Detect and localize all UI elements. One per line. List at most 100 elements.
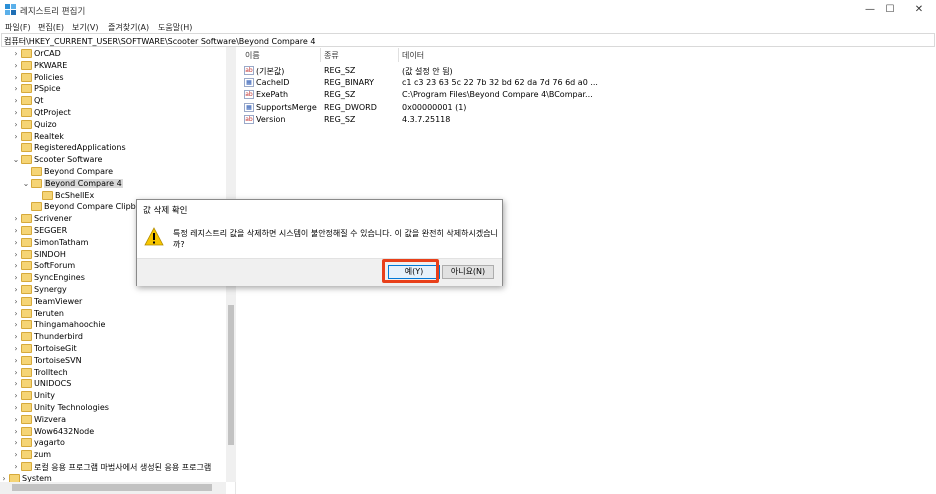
expand-chevron-icon[interactable]: › (12, 308, 20, 320)
expand-chevron-icon[interactable]: › (12, 331, 20, 343)
tree-item[interactable]: › PKWARE (0, 60, 226, 72)
expand-chevron-icon[interactable]: › (12, 284, 20, 296)
expand-chevron-icon[interactable]: › (12, 225, 20, 237)
column-header-data[interactable]: 데이터 (402, 50, 424, 61)
tree-item[interactable]: › TortoiseGit (0, 343, 226, 355)
expand-chevron-icon[interactable]: › (12, 402, 20, 414)
tree-item[interactable]: ⌄ Beyond Compare 4 (0, 178, 226, 190)
expand-chevron-icon[interactable]: › (12, 48, 20, 60)
tree-item[interactable]: › Quizo (0, 119, 226, 131)
expand-chevron-icon[interactable]: › (12, 355, 20, 367)
expand-chevron-icon[interactable]: › (12, 414, 20, 426)
value-type: REG_SZ (324, 90, 356, 100)
tree-item[interactable]: › Unity Technologies (0, 402, 226, 414)
expand-chevron-icon[interactable]: › (12, 60, 20, 72)
tree-item[interactable]: › OrCAD (0, 48, 226, 60)
tree-item[interactable]: › Trolltech (0, 367, 226, 379)
tree-item-label: 로컬 응용 프로그램 마법사에서 생성된 응용 프로그램 (34, 463, 212, 472)
tree-item[interactable]: › Teruten (0, 308, 226, 320)
expand-chevron-icon[interactable]: › (12, 449, 20, 461)
expand-chevron-icon[interactable]: › (12, 131, 20, 143)
expand-chevron-icon[interactable]: › (12, 260, 20, 272)
value-row[interactable]: ab ExePath REG_SZ C:\Program Files\Beyond C… (240, 89, 840, 101)
expand-chevron-icon[interactable]: › (12, 461, 20, 473)
tree-item[interactable]: › UNIDOCS (0, 378, 226, 390)
window-title: 레지스트리 편집기 (20, 7, 86, 17)
tree-item[interactable]: › Wow6432Node (0, 426, 226, 438)
dialog-button-bar: 예(Y) 아니요(N) (137, 258, 502, 286)
menu-edit[interactable]: 편집(E) (38, 22, 64, 33)
folder-icon (21, 108, 32, 117)
column-divider[interactable] (398, 48, 399, 62)
expand-chevron-icon[interactable]: › (12, 213, 20, 225)
tree-item-label: Beyond Compare Clipboa (44, 202, 146, 212)
expand-chevron-icon[interactable]: › (12, 296, 20, 308)
value-row[interactable]: ▦ SupportsMerge REG_DWORD 0x00000001 (1) (240, 102, 840, 114)
column-header-name[interactable]: 이름 (245, 50, 260, 61)
folder-icon (21, 96, 32, 106)
menu-help[interactable]: 도움말(H) (158, 22, 192, 33)
address-bar[interactable]: 컴퓨터\HKEY_CURRENT_USER\SOFTWARE\Scooter S… (1, 33, 935, 47)
tree-item[interactable]: › Wizvera (0, 414, 226, 426)
tree-item[interactable]: › TortoiseSVN (0, 355, 226, 367)
collapse-chevron-icon[interactable]: ⌄ (22, 178, 30, 190)
tree-item[interactable]: › Qt (0, 95, 226, 107)
expand-chevron-icon[interactable]: › (12, 119, 20, 131)
tree-item-label: Qt (34, 96, 44, 106)
folder-icon (21, 355, 32, 365)
tree-item-label: SINDOH (34, 249, 66, 259)
tree-item[interactable]: › Policies (0, 72, 226, 84)
expand-chevron-icon[interactable]: › (12, 437, 20, 449)
value-row[interactable]: ab Version REG_SZ 4.3.7.25118 (240, 114, 840, 126)
no-button[interactable]: 아니요(N) (442, 265, 494, 279)
close-button[interactable]: ✕ (901, 0, 936, 20)
expand-chevron-icon[interactable]: › (12, 107, 20, 119)
tree-item[interactable]: › zum (0, 449, 226, 461)
expand-chevron-icon[interactable]: › (12, 343, 20, 355)
expand-chevron-icon[interactable]: › (12, 272, 20, 284)
collapse-chevron-icon[interactable]: ⌄ (12, 154, 20, 166)
expand-chevron-icon[interactable]: › (12, 83, 20, 95)
tree-item[interactable]: › Thunderbird (0, 331, 226, 343)
folder-icon (21, 450, 32, 460)
tree-vertical-scroll-thumb[interactable] (228, 305, 234, 445)
tree-item-label: Thunderbird (34, 332, 83, 342)
tree-item[interactable]: › yagarto (0, 437, 226, 449)
expand-chevron-icon[interactable]: › (12, 367, 20, 379)
value-data: c1 c3 23 63 5c 22 7b 32 bd 62 da 7d 76 6… (402, 78, 598, 88)
expand-chevron-icon[interactable]: › (12, 378, 20, 390)
expand-chevron-icon[interactable]: › (12, 319, 20, 331)
menu-file[interactable]: 파일(F) (5, 22, 31, 33)
tree-item[interactable]: Beyond Compare (0, 166, 226, 178)
expand-chevron-icon[interactable]: › (12, 249, 20, 261)
value-row[interactable]: ▦ CacheID REG_BINARY c1 c3 23 63 5c 22 7b 3… (240, 77, 840, 89)
tree-item[interactable]: ⌄ Scooter Software (0, 154, 226, 166)
expand-chevron-icon[interactable]: › (12, 72, 20, 84)
yes-button-highlight (382, 259, 439, 283)
tree-item[interactable]: › Thingamahoochie (0, 319, 226, 331)
tree-item-label: SoftForum (34, 261, 76, 271)
tree-item[interactable]: › Unity (0, 390, 226, 402)
expand-chevron-icon (22, 166, 30, 178)
tree-item[interactable]: › Realtek (0, 131, 226, 143)
tree-item[interactable]: › 로컬 응용 프로그램 마법사에서 생성된 응용 프로그램 (0, 461, 226, 473)
tree-item-label: zum (34, 450, 52, 460)
tree-horizontal-scroll-thumb[interactable] (12, 484, 212, 491)
menu-view[interactable]: 보기(V) (72, 22, 98, 33)
tree-item[interactable]: › TeamViewer (0, 296, 226, 308)
string-value-icon: ab (244, 66, 254, 75)
tree-item[interactable]: › PSpice (0, 83, 226, 95)
tree-item-label: BcShellEx (55, 190, 95, 200)
tree-item[interactable]: › QtProject (0, 107, 226, 119)
expand-chevron-icon[interactable]: › (12, 390, 20, 402)
menu-favorites[interactable]: 즐겨찾기(A) (108, 22, 149, 33)
expand-chevron-icon[interactable]: › (12, 426, 20, 438)
expand-chevron-icon[interactable]: › (12, 95, 20, 107)
column-header-type[interactable]: 종류 (324, 50, 339, 61)
value-row[interactable]: ab (기본값) REG_SZ (값 설정 안 됨) (240, 65, 840, 77)
expand-chevron-icon[interactable]: › (12, 237, 20, 249)
delete-value-dialog: 값 삭제 확인 특정 레지스트리 값을 삭제하면 시스템이 불안정해질 수 있습… (136, 199, 503, 286)
column-divider[interactable] (320, 48, 321, 62)
tree-item[interactable]: RegisteredApplications (0, 142, 226, 154)
tree-item-label: Scooter Software (34, 155, 103, 165)
